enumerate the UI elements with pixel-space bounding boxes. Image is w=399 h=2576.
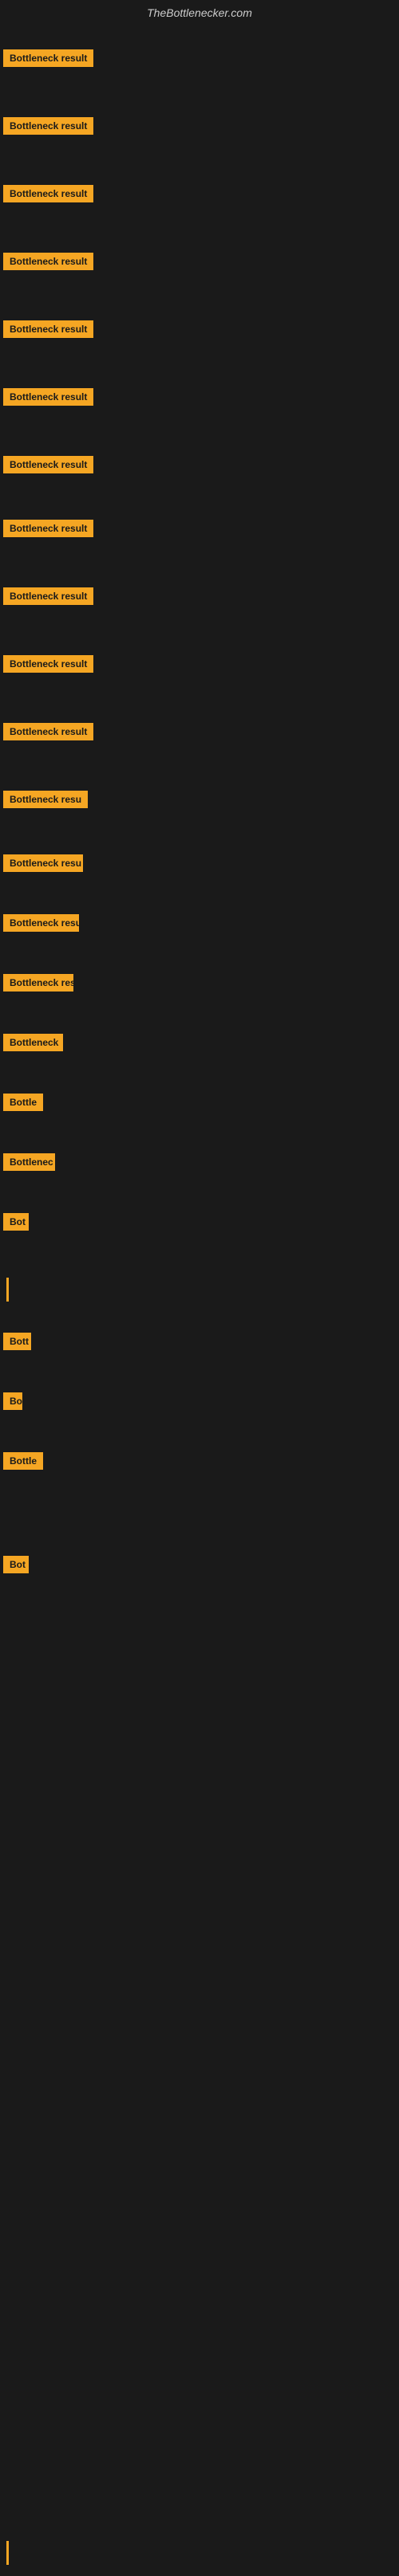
badge-row-1: Bottleneck result — [3, 49, 93, 71]
badge-row-9: Bottleneck result — [3, 587, 93, 609]
bottleneck-badge-22: Bo — [3, 1392, 22, 1410]
badge-row-7: Bottleneck result — [3, 456, 93, 477]
badge-row-16: Bottleneck — [3, 1034, 63, 1055]
bottleneck-badge-1: Bottleneck result — [3, 49, 93, 67]
bottleneck-badge-5: Bottleneck result — [3, 320, 93, 338]
badge-row-17: Bottle — [3, 1094, 43, 1115]
bottleneck-badge-17: Bottle — [3, 1094, 43, 1111]
badge-row-5: Bottleneck result — [3, 320, 93, 342]
badge-row-18: Bottlenec — [3, 1153, 55, 1175]
badge-row-8: Bottleneck result — [3, 520, 93, 541]
bottleneck-badge-2: Bottleneck result — [3, 117, 93, 135]
bottleneck-badge-23: Bottle — [3, 1452, 43, 1470]
vertical-line-25 — [6, 2541, 9, 2565]
bottleneck-badge-21: Bott — [3, 1333, 31, 1350]
vertical-line-20 — [6, 1278, 9, 1302]
bottleneck-badge-18: Bottlenec — [3, 1153, 55, 1171]
badge-row-23: Bottle — [3, 1452, 43, 1474]
bottleneck-badge-10: Bottleneck result — [3, 655, 93, 673]
bottleneck-badge-19: Bot — [3, 1213, 29, 1231]
badge-row-13: Bottleneck resu — [3, 854, 83, 876]
badge-row-15: Bottleneck res — [3, 974, 73, 995]
bottleneck-badge-13: Bottleneck resu — [3, 854, 83, 872]
bottleneck-badge-6: Bottleneck result — [3, 388, 93, 406]
badge-row-21: Bott — [3, 1333, 31, 1354]
badge-row-24: Bot — [3, 1556, 29, 1577]
badge-row-2: Bottleneck result — [3, 117, 93, 139]
bottleneck-badge-9: Bottleneck result — [3, 587, 93, 605]
bottleneck-badge-24: Bot — [3, 1556, 29, 1573]
badge-row-25 — [3, 2536, 12, 2570]
badge-row-6: Bottleneck result — [3, 388, 93, 410]
badge-row-11: Bottleneck result — [3, 723, 93, 744]
bottleneck-badge-8: Bottleneck result — [3, 520, 93, 537]
badge-row-14: Bottleneck resu — [3, 914, 79, 936]
bottleneck-badge-3: Bottleneck result — [3, 185, 93, 202]
bottleneck-badge-4: Bottleneck result — [3, 253, 93, 270]
bottleneck-badge-12: Bottleneck resu — [3, 791, 88, 808]
bottleneck-badge-14: Bottleneck resu — [3, 914, 79, 932]
badge-row-3: Bottleneck result — [3, 185, 93, 206]
bottleneck-badge-11: Bottleneck result — [3, 723, 93, 740]
badge-row-22: Bo — [3, 1392, 22, 1414]
badge-row-4: Bottleneck result — [3, 253, 93, 274]
bottleneck-badge-15: Bottleneck res — [3, 974, 73, 992]
badge-row-12: Bottleneck resu — [3, 791, 88, 812]
bottleneck-badge-7: Bottleneck result — [3, 456, 93, 473]
site-title-bar: TheBottlenecker.com — [0, 0, 399, 26]
badge-row-20 — [3, 1273, 12, 1306]
bottleneck-badge-16: Bottleneck — [3, 1034, 63, 1051]
badge-row-10: Bottleneck result — [3, 655, 93, 677]
badge-row-19: Bot — [3, 1213, 29, 1235]
site-title: TheBottlenecker.com — [0, 0, 399, 26]
